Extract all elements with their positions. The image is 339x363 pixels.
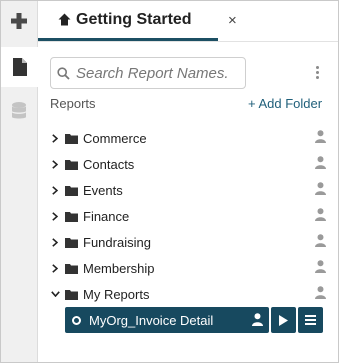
- report-row: MyOrg_Invoice Detail: [65, 307, 324, 333]
- menu-icon: [305, 315, 316, 325]
- add-button[interactable]: [1, 1, 37, 41]
- folder-label: Membership: [83, 260, 155, 276]
- expand-toggle[interactable]: [50, 262, 60, 274]
- user-icon: [252, 313, 263, 326]
- folder-row[interactable]: Membership: [50, 257, 326, 279]
- expand-toggle[interactable]: [50, 288, 60, 300]
- more-options-icon[interactable]: [313, 66, 321, 82]
- run-report-button[interactable]: [271, 307, 296, 333]
- folder-icon: [65, 133, 78, 144]
- tab-title: Getting Started: [76, 10, 192, 28]
- chevron-right-icon: [52, 211, 58, 221]
- add-folder-link[interactable]: + Add Folder: [248, 96, 322, 111]
- play-icon: [279, 314, 288, 326]
- reports-nav-button[interactable]: [1, 47, 38, 87]
- close-icon[interactable]: ×: [228, 12, 237, 30]
- folder-row[interactable]: Commerce: [50, 127, 326, 149]
- data-nav-button[interactable]: [1, 91, 37, 131]
- folder-label: Contacts: [83, 156, 135, 172]
- chevron-down-icon: [50, 291, 60, 297]
- report-label: MyOrg_Invoice Detail: [89, 312, 214, 328]
- folder-label: Events: [83, 182, 123, 198]
- folder-row[interactable]: Fundraising: [50, 231, 326, 253]
- user-icon[interactable]: [315, 130, 326, 143]
- folder-label: Finance: [83, 208, 130, 224]
- report-status-dot: [72, 315, 81, 325]
- folder-row[interactable]: Finance: [50, 205, 326, 227]
- chevron-right-icon: [52, 159, 58, 169]
- expand-toggle[interactable]: [50, 236, 60, 248]
- expand-toggle[interactable]: [50, 158, 60, 170]
- chevron-right-icon: [52, 263, 58, 273]
- user-icon[interactable]: [315, 260, 326, 273]
- folder-label: Fundraising: [83, 234, 151, 250]
- folder-label: My Reports: [83, 286, 150, 302]
- folder-icon: [65, 237, 78, 248]
- user-icon[interactable]: [315, 156, 326, 169]
- folder-label: Commerce: [83, 130, 147, 146]
- reports-heading: Reports: [50, 96, 96, 111]
- folder-icon: [65, 159, 78, 170]
- folder-icon: [65, 185, 78, 196]
- search-input[interactable]: [76, 64, 236, 82]
- search-box: [50, 57, 246, 89]
- report-menu-button[interactable]: [298, 307, 323, 333]
- expand-toggle[interactable]: [50, 210, 60, 222]
- expand-toggle[interactable]: [50, 132, 60, 144]
- tab-getting-started[interactable]: Getting Started: [38, 1, 218, 41]
- chevron-right-icon: [52, 133, 58, 143]
- folder-icon: [65, 211, 78, 222]
- user-icon[interactable]: [315, 234, 326, 247]
- search-icon: [57, 66, 70, 80]
- tab-bar: Getting Started ×: [38, 1, 338, 42]
- folder-row[interactable]: My Reports: [50, 283, 326, 305]
- folder-row[interactable]: Events: [50, 179, 326, 201]
- database-icon: [12, 102, 26, 119]
- plus-icon: [11, 13, 27, 29]
- chevron-right-icon: [52, 237, 58, 247]
- left-rail: [1, 1, 38, 362]
- folder-icon: [65, 289, 78, 300]
- user-icon[interactable]: [315, 182, 326, 195]
- document-icon: [12, 58, 27, 76]
- user-icon[interactable]: [315, 208, 326, 221]
- home-icon: [58, 13, 71, 26]
- folder-row[interactable]: Contacts: [50, 153, 326, 175]
- report-panel: Getting Started × Reports + Add Folder C…: [0, 0, 339, 363]
- folder-icon: [65, 263, 78, 274]
- chevron-right-icon: [52, 185, 58, 195]
- report-item[interactable]: MyOrg_Invoice Detail: [65, 307, 269, 333]
- expand-toggle[interactable]: [50, 184, 60, 196]
- user-icon[interactable]: [315, 286, 326, 299]
